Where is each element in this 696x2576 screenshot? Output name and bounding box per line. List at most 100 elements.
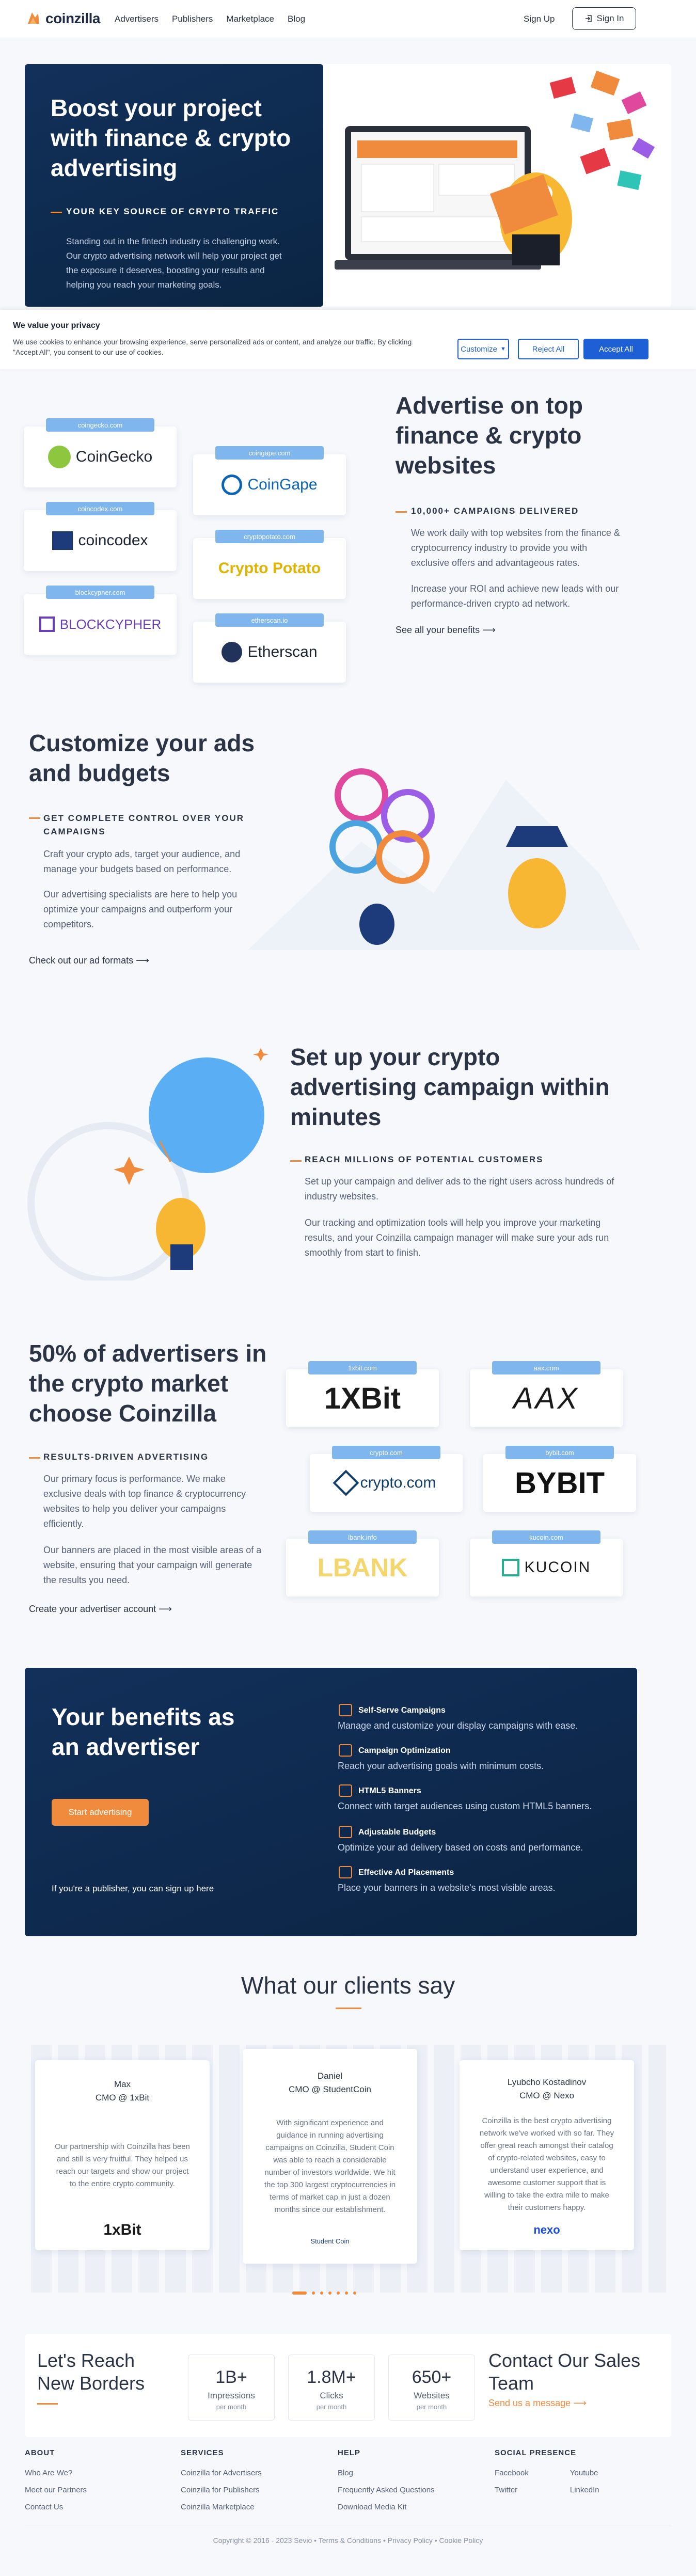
brand-card-lbank[interactable]: lbank.info LBANK — [286, 1530, 439, 1597]
login-icon — [585, 15, 592, 22]
stat-value: 650+ — [412, 2367, 452, 2387]
target-icon — [339, 1866, 352, 1878]
pagination-dot[interactable] — [320, 2291, 323, 2295]
finance-text-2: Increase your ROI and achieve new leads … — [411, 583, 619, 609]
testimonial-quote: Coinzilla is the best crypto advertising… — [479, 2116, 614, 2212]
customize-text-1: Craft your crypto ads, target your audie… — [43, 849, 241, 874]
nav-link-advertisers[interactable]: Advertisers — [115, 14, 159, 24]
advertisers-accent-line — [29, 1457, 40, 1459]
footer-heading: SERVICES — [181, 2448, 224, 2457]
footer-link[interactable]: Frequently Asked Questions — [338, 2486, 435, 2494]
coincodex-icon — [52, 531, 73, 550]
partner-card-coingape[interactable]: coingape.com CoinGape — [193, 446, 346, 515]
footer-link[interactable]: Coinzilla for Publishers — [181, 2486, 262, 2494]
pagination-dot-active[interactable] — [292, 2291, 307, 2295]
finance-benefits-link[interactable]: See all your benefits ⟶ — [396, 625, 496, 636]
brand-card-aax[interactable]: aax.com AAX — [470, 1361, 623, 1427]
stat-value: 1.8M+ — [307, 2367, 356, 2387]
nav-link-marketplace[interactable]: Marketplace — [226, 14, 274, 24]
cookie-accept-button[interactable]: Accept All — [583, 339, 648, 359]
brand-name: BYBIT — [515, 1466, 605, 1500]
partner-name: BLOCKCYPHER — [59, 616, 162, 632]
benefit-title: HTML5 Banners — [358, 1787, 421, 1795]
footer-link[interactable]: Coinzilla Marketplace — [181, 2503, 262, 2511]
partner-name: coincodex — [78, 532, 148, 549]
brand-name: LBANK — [317, 1553, 408, 1582]
benefit-title: Adjustable Budgets — [358, 1828, 436, 1837]
footer-heading: SOCIAL PRESENCE — [495, 2448, 577, 2457]
brand-card-crypto-com[interactable]: crypto.com crypto.com — [310, 1446, 463, 1512]
benefit-desc: Reach your advertising goals with minimu… — [338, 1761, 544, 1771]
brand-card-1xbit[interactable]: 1xbit.com 1XBit — [286, 1361, 439, 1427]
benefit-optimization: Campaign Optimization Reach your adverti… — [338, 1744, 627, 1772]
nav-link-publishers[interactable]: Publishers — [172, 14, 213, 24]
partner-card-coingecko[interactable]: coingecko.com CoinGecko — [24, 418, 177, 487]
top-navbar: coinzilla Advertisers Publishers Marketp… — [0, 0, 696, 38]
benefit-title: Effective Ad Placements — [358, 1868, 454, 1877]
coingecko-icon — [48, 446, 71, 468]
etherscan-icon — [222, 642, 243, 662]
testimonial-quote: With significant experience and guidance… — [264, 2119, 396, 2214]
footer-col-services: SERVICES Coinzilla for Advertisers Coinz… — [181, 2448, 262, 2520]
partner-card-etherscan[interactable]: etherscan.io Etherscan — [193, 613, 346, 683]
footer-col-help: HELP Blog Frequently Asked Questions Dow… — [338, 2448, 435, 2520]
advertisers-title: 50% of advertisers in the crypto market … — [29, 1340, 267, 1427]
create-account-link[interactable]: Create your advertiser account ⟶ — [29, 1604, 172, 1615]
stat-clicks: 1.8M+ Clicks per month — [288, 2354, 375, 2421]
cookie-reject-button[interactable]: Reject All — [518, 339, 579, 359]
cta-right-title: Contact Our Sales Team — [488, 2350, 641, 2394]
footer-link[interactable]: Coinzilla for Advertisers — [181, 2469, 262, 2477]
footer-link[interactable]: Blog — [338, 2469, 435, 2477]
publisher-signup-link[interactable]: If you're a publisher, you can sign up h… — [52, 1884, 214, 1894]
hero-illustration — [335, 70, 655, 270]
testimonial-role: CMO @ StudentCoin — [289, 2084, 371, 2094]
send-message-link[interactable]: Send us a message ⟶ — [488, 2398, 587, 2409]
benefit-budgets: Adjustable Budgets Optimize your ad deli… — [338, 1826, 627, 1854]
footer-link-linkedin[interactable]: LinkedIn — [570, 2486, 599, 2494]
hero-title: Boost your project with finance & crypto… — [51, 94, 291, 181]
pagination-dot[interactable] — [345, 2291, 348, 2295]
brand-card-kucoin[interactable]: kucoin.com KUCOIN — [470, 1530, 623, 1597]
testimonial-name: Max — [114, 2079, 131, 2089]
partner-card-coincodex[interactable]: coincodex.com coincodex — [24, 502, 177, 571]
logo-text: coinzilla — [45, 10, 100, 26]
footer-link[interactable]: Contact Us — [25, 2503, 87, 2511]
footer-link-youtube[interactable]: Youtube — [570, 2469, 599, 2477]
stat-impressions: 1B+ Impressions per month — [188, 2354, 275, 2421]
benefit-html5: HTML5 Banners Connect with target audien… — [338, 1784, 627, 1812]
coingape-icon — [222, 475, 243, 495]
benefit-placements: Effective Ad Placements Place your banne… — [338, 1866, 627, 1894]
signin-button[interactable]: Sign In — [572, 7, 636, 30]
ad-formats-link[interactable]: Check out our ad formats ⟶ — [29, 955, 149, 966]
coinzilla-logo[interactable]: coinzilla — [25, 10, 100, 27]
chevron-down-icon: ▼ — [500, 346, 506, 352]
blockcypher-icon — [39, 617, 55, 632]
footer-link-twitter[interactable]: Twitter — [495, 2486, 529, 2494]
hero-description: Standing out in the fintech industry is … — [66, 236, 282, 290]
partner-card-blockcypher[interactable]: blockcypher.com BLOCKCYPHER — [24, 586, 177, 655]
footer-link[interactable]: Who Are We? — [25, 2469, 87, 2477]
benefit-desc: Connect with target audiences using cust… — [338, 1801, 592, 1811]
footer-link[interactable]: Meet our Partners — [25, 2486, 87, 2494]
pagination-dot[interactable] — [353, 2291, 356, 2295]
stat-unit: per month — [416, 2403, 447, 2411]
pagination-dot[interactable] — [328, 2291, 331, 2295]
setup-text-2: Our tracking and optimization tools will… — [305, 1218, 609, 1258]
footer-link-facebook[interactable]: Facebook — [495, 2469, 529, 2477]
pagination-dot[interactable] — [312, 2291, 315, 2295]
brand-card-bybit[interactable]: bybit.com BYBIT — [483, 1446, 636, 1512]
advertisers-text-2: Our banners are placed in the most visib… — [43, 1545, 262, 1585]
start-advertising-button[interactable]: Start advertising — [52, 1799, 149, 1826]
partner-name: CoinGape — [247, 476, 318, 493]
cta-left-title: Let's Reach New Borders — [37, 2350, 145, 2394]
pagination-dot[interactable] — [337, 2291, 340, 2295]
cookie-customize-button[interactable]: Customize ▼ — [457, 339, 509, 359]
hero-card: Boost your project with finance & crypto… — [25, 64, 323, 307]
benefit-desc: Place your banners in a website's most v… — [338, 1883, 556, 1893]
footer-link[interactable]: Download Media Kit — [338, 2503, 435, 2511]
testimonial-card-daniel: Daniel CMO @ StudentCoin With significan… — [243, 2049, 417, 2264]
partner-card-cryptopotato[interactable]: cryptopotato.com Crypto Potato — [193, 530, 346, 599]
signup-link[interactable]: Sign Up — [524, 14, 555, 24]
nav-link-blog[interactable]: Blog — [288, 14, 305, 24]
finance-accent-line — [396, 511, 407, 513]
